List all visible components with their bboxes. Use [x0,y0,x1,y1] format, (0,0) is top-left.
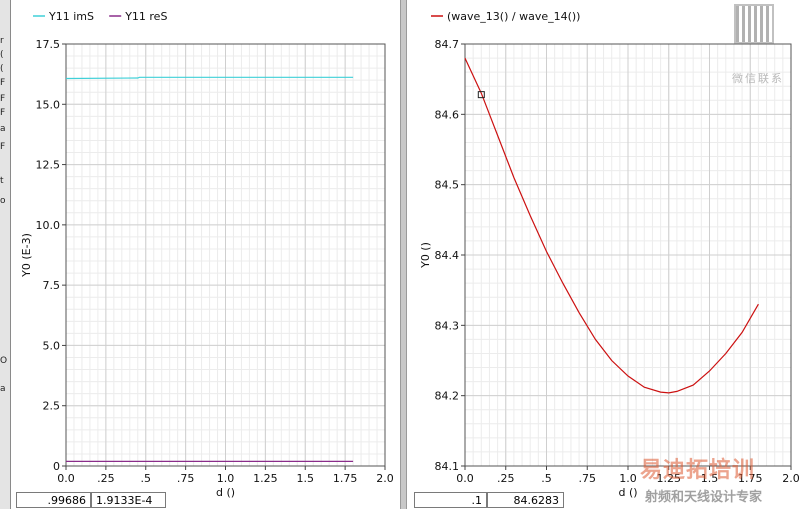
x-tick-label: 1.0 [217,472,235,485]
side-strip-char: a [0,384,6,394]
side-strip-char: o [0,196,6,206]
side-strip-char: t [0,176,4,186]
side-strip-char: r [0,36,4,46]
y-tick-label: 10.0 [36,219,61,232]
side-strip-char: F [0,78,6,88]
side-strip-char: ( [0,50,4,60]
y-tick-label: 84.6 [435,108,460,121]
side-strip-char: ( [0,64,4,74]
y-tick-label: 84.5 [435,179,460,192]
x-tick-label: 0.0 [456,472,474,485]
x-axis-label: d () [216,486,235,499]
x-tick-label: 1.0 [619,472,637,485]
left-side-strip: r((F F Fa Ft o Oa [0,0,11,509]
legend-label: Y11 reS [124,10,167,23]
y-axis-label: Y0 (E-3) [20,233,33,278]
y-tick-label: 84.1 [435,460,460,473]
wechat-contact-watermark: 微信联系 [732,72,784,85]
x-tick-label: 0.0 [57,472,75,485]
legend-label: Y11 imS [48,10,94,23]
y-tick-label: 15.0 [36,98,61,111]
x-tick-label: 1.5 [297,472,315,485]
y-axis-label: Y0 () [419,242,432,269]
legend-label: (wave_13() / wave_14()) [447,10,580,23]
right-y-readout[interactable]: 84.6283 [487,492,564,508]
x-tick-label: .25 [497,472,515,485]
y-tick-label: 84.7 [435,38,460,51]
qr-code-watermark [734,4,774,44]
left-x-readout[interactable]: .99686 [16,492,91,508]
y-tick-label: 5.0 [43,339,61,352]
x-tick-label: 2.0 [782,472,800,485]
y-tick-label: 12.5 [36,159,61,172]
x-tick-label: 1.25 [253,472,278,485]
y-tick-label: 7.5 [43,279,61,292]
left-chart-panel: 0.0 .25 .5 .75 1.0 1.25 1.5 1.75 2.0 0 2.5 5.0 7.5 10… [11,0,400,509]
y-tick-label: 84.4 [435,249,460,262]
y-tick-label: 2.5 [43,400,61,413]
left-chart: 0.0 .25 .5 .75 1.0 1.25 1.5 1.75 2.0 0 2.5 5.0 7.5 10… [20,10,394,499]
side-strip-char: F [0,94,6,104]
panel-divider[interactable] [400,0,407,509]
brand-watermark: 易迪拓培训 [640,458,756,483]
y-tick-label: 17.5 [36,38,61,51]
y-tick-label: 0 [53,460,60,473]
x-tick-label: 2.0 [376,472,394,485]
x-tick-label: .75 [579,472,597,485]
left-y-readout[interactable]: 1.9133E-4 [91,492,166,508]
side-strip-char: O [0,356,8,366]
side-strip-char: F [0,142,6,152]
side-strip-char: a [0,124,6,134]
y-tick-label: 84.3 [435,319,460,332]
x-tick-label: .5 [141,472,152,485]
x-tick-label: .75 [177,472,195,485]
y-tick-label: 84.2 [435,390,460,403]
x-tick-label: .5 [541,472,552,485]
x-tick-label: .25 [97,472,115,485]
right-x-readout[interactable]: .1 [414,492,487,508]
tagline-watermark: 射频和天线设计专家 [645,490,763,505]
x-axis-label: d () [618,486,637,499]
side-strip-char: F [0,108,6,118]
x-tick-label: 1.75 [333,472,358,485]
